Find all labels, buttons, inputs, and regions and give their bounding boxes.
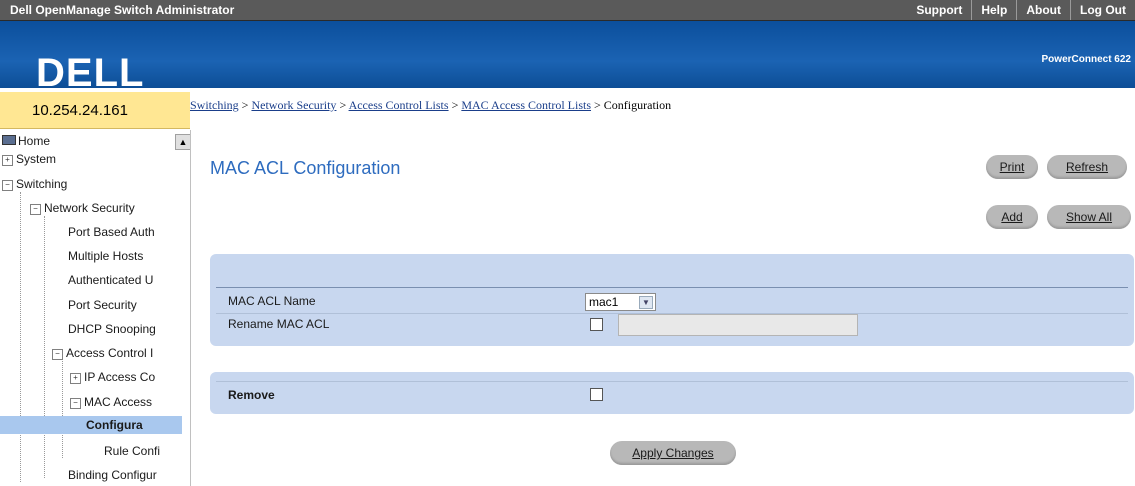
home-icon	[2, 135, 16, 145]
nav-item-dhcp-snooping[interactable]: DHCP Snooping	[68, 322, 156, 336]
about-link[interactable]: About	[1016, 0, 1070, 20]
rename-checkbox[interactable]	[590, 318, 603, 331]
collapse-icon[interactable]: −	[52, 349, 63, 360]
mac-acl-name-select[interactable]: mac1 ▼	[585, 293, 656, 311]
nav-item-authenticated-users[interactable]: Authenticated U	[68, 273, 153, 287]
breadcrumb-access-control-lists[interactable]: Access Control Lists	[349, 98, 449, 112]
breadcrumb-separator: >	[241, 98, 249, 112]
nav-item-switching[interactable]: − Switching	[2, 177, 67, 191]
breadcrumb-separator: >	[451, 98, 459, 112]
rename-mac-acl-label: Rename MAC ACL	[228, 317, 330, 331]
breadcrumb-current: Configuration	[603, 98, 672, 112]
nav-item-network-security[interactable]: − Network Security	[30, 201, 135, 215]
expand-icon[interactable]: +	[2, 155, 13, 166]
print-button[interactable]: Print	[986, 155, 1038, 179]
nav-item-port-based-auth[interactable]: Port Based Auth	[68, 225, 155, 239]
nav-item-multiple-hosts[interactable]: Multiple Hosts	[68, 249, 143, 263]
nav-item-home[interactable]: Home	[2, 134, 50, 148]
nav-item-rule-configuration[interactable]: Rule Confi	[104, 444, 160, 458]
apply-changes-button[interactable]: Apply Changes	[610, 441, 736, 465]
expand-icon[interactable]: +	[70, 373, 81, 384]
nav-item-configuration[interactable]: Configura	[0, 416, 182, 434]
collapse-icon[interactable]: −	[30, 204, 41, 215]
top-bar: Dell OpenManage Switch Administrator Sup…	[0, 0, 1135, 21]
scroll-up-icon[interactable]: ▲	[175, 134, 190, 150]
chevron-down-icon: ▼	[639, 296, 653, 309]
nav-item-access-control-lists[interactable]: − Access Control I	[52, 346, 153, 360]
help-link[interactable]: Help	[971, 0, 1016, 20]
product-name: PowerConnect 622	[1041, 54, 1131, 65]
nav-tree: ▲ Home + System − Switching − Network Secur…	[0, 130, 191, 486]
show-all-button[interactable]: Show All	[1047, 205, 1131, 229]
remove-panel: Remove	[210, 372, 1134, 414]
breadcrumb-network-security[interactable]: Network Security	[251, 98, 336, 112]
breadcrumb-switching[interactable]: Switching	[190, 98, 239, 112]
refresh-button[interactable]: Refresh	[1047, 155, 1127, 179]
top-links: Support Help About Log Out	[907, 0, 1135, 20]
nav-item-binding-configuration[interactable]: Binding Configur	[68, 468, 157, 482]
nav-item-mac-access[interactable]: − MAC Access	[70, 395, 152, 409]
nav-item-system[interactable]: + System	[2, 152, 56, 166]
app-title: Dell OpenManage Switch Administrator	[10, 3, 235, 17]
nav-item-ip-access-control[interactable]: + IP Access Co	[70, 370, 155, 384]
remove-label: Remove	[228, 388, 275, 402]
acl-config-panel: MAC ACL Name mac1 ▼ Rename MAC ACL	[210, 254, 1134, 346]
support-link[interactable]: Support	[907, 0, 971, 20]
tree-line	[62, 358, 63, 458]
dell-logo: DELL	[36, 51, 145, 95]
tree-line	[44, 216, 45, 478]
breadcrumb-separator: >	[594, 98, 601, 112]
divider	[216, 381, 1128, 382]
page-title: MAC ACL Configuration	[210, 158, 401, 178]
remove-checkbox[interactable]	[590, 388, 603, 401]
collapse-icon[interactable]: −	[2, 180, 13, 191]
header-banner: DELL PowerConnect 622	[0, 21, 1135, 95]
divider	[216, 287, 1128, 288]
breadcrumb: Switching > Network Security > Access Co…	[190, 98, 671, 113]
collapse-icon[interactable]: −	[70, 398, 81, 409]
logout-link[interactable]: Log Out	[1070, 0, 1135, 20]
nav-item-port-security[interactable]: Port Security	[68, 298, 137, 312]
ip-address-box: 10.254.24.161	[0, 92, 190, 129]
rename-input[interactable]	[618, 314, 858, 336]
breadcrumb-separator: >	[339, 98, 347, 112]
mac-acl-name-label: MAC ACL Name	[228, 294, 316, 308]
add-button[interactable]: Add	[986, 205, 1038, 229]
ip-address: 10.254.24.161	[32, 102, 128, 119]
tree-line	[20, 192, 21, 482]
breadcrumb-mac-access-control-lists[interactable]: MAC Access Control Lists	[461, 98, 591, 112]
